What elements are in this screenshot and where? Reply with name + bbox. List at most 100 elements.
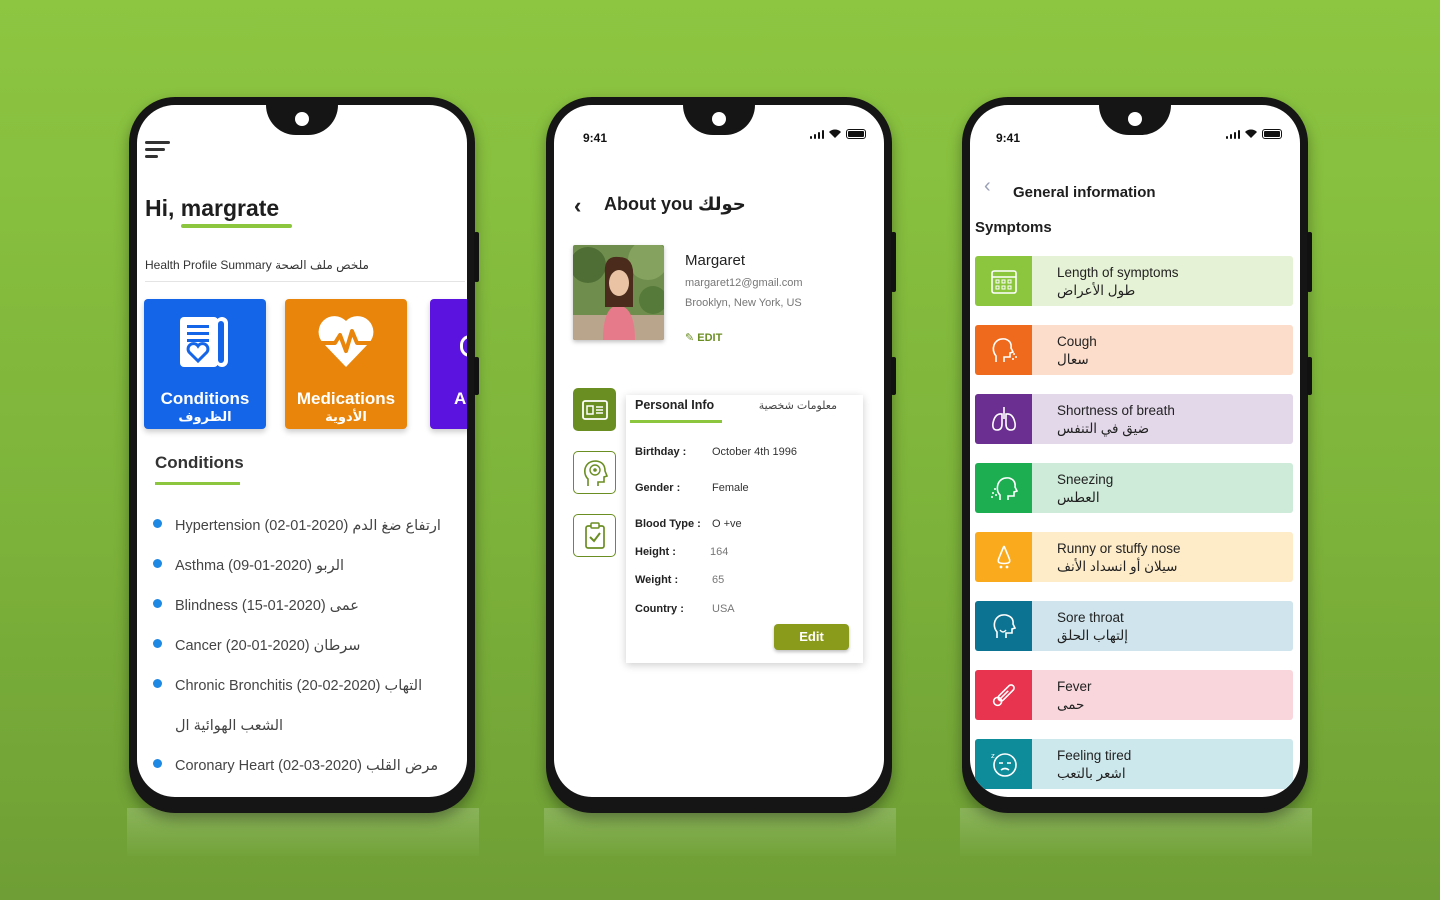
thermometer-icon [975, 670, 1032, 720]
symptom-sneezing[interactable]: Sneezing العطس [975, 463, 1293, 513]
condition-item[interactable]: Asthma (09-01-2020) الربو [153, 558, 344, 574]
signal-icon [1225, 129, 1240, 139]
symptom-label: Runny or stuffy nose [1057, 541, 1181, 556]
battery-icon [846, 129, 866, 139]
symptom-label: Shortness of breath [1057, 403, 1175, 418]
symptoms-screen: 9:41 ‹ General information Symptoms Leng… [970, 105, 1300, 797]
field-label: Country : [635, 603, 684, 615]
checklist-tab-button[interactable] [573, 514, 616, 557]
condition-item[interactable]: Hypertension (02-01-2020) ارتفاع ضغ الدم [153, 518, 441, 534]
personal-info-tab-button[interactable] [573, 388, 616, 431]
tab-personal-info-ar[interactable]: معلومات شخصية [759, 399, 837, 412]
condition-item[interactable]: Cancer (20-01-2020) سرطان [153, 638, 360, 654]
profile-name: Margaret [685, 252, 746, 269]
divider [145, 281, 465, 282]
greeting: Hi, margrate [145, 195, 280, 221]
wifi-icon [829, 129, 841, 138]
status-icons [809, 129, 866, 139]
phone-reflection [544, 808, 896, 856]
profile-location: Brooklyn, New York, US [685, 297, 802, 309]
tile-conditions[interactable]: Conditions الظروف [144, 299, 266, 429]
field-value-blood-type: O +ve [712, 518, 742, 530]
symptom-fever[interactable]: Fever حمى [975, 670, 1293, 720]
symptom-label-ar: إلتهاب الحلق [1057, 628, 1129, 643]
conditions-underline [155, 482, 240, 485]
sneeze-icon [975, 463, 1032, 513]
profile-photo [573, 245, 664, 340]
symptom-label-ar: العطس [1057, 490, 1100, 505]
id-card-icon [581, 399, 608, 420]
page-title: About you حولك [604, 194, 746, 214]
summary-heading: Health Profile Summary ملخص ملف الصحة [145, 258, 369, 272]
tile-label: A [454, 389, 467, 408]
tile-partial[interactable]: A [430, 299, 467, 429]
symptom-label: Feeling tired [1057, 748, 1132, 763]
symptom-cough[interactable]: Cough سعال [975, 325, 1293, 375]
phone-profile: 9:41 ‹ About you حولك Margaret margaret1… [546, 97, 896, 813]
symptom-label: Fever [1057, 679, 1092, 694]
lungs-icon [975, 394, 1032, 444]
condition-item-continued: الشعب الهوائية ال [175, 718, 284, 734]
condition-item[interactable]: Blindness (15-01-2020) عمى [153, 598, 359, 614]
section-heading: Symptoms [975, 219, 1052, 236]
profile-screen: 9:41 ‹ About you حولك Margaret margaret1… [554, 105, 884, 797]
condition-item[interactable]: Chronic Bronchitis (20-02-2020) التهاب [153, 678, 422, 694]
svg-text:z: z [991, 752, 995, 760]
symptom-label-ar: اشعر بالتعب [1057, 766, 1126, 781]
notch [1099, 105, 1171, 135]
field-value-height: 164 [710, 546, 729, 558]
greeting-underline [181, 224, 292, 228]
phone-reflection [127, 808, 479, 856]
back-chevron-icon[interactable]: ‹ [984, 175, 991, 198]
home-screen: Hi, margrate Health Profile Summary ملخص… [137, 105, 467, 797]
profile-email: margaret12@gmail.com [685, 277, 803, 289]
notch [683, 105, 755, 135]
status-time: 9:41 [583, 131, 608, 145]
tile-medications[interactable]: Medications الأدوية [285, 299, 407, 429]
edit-profile-link[interactable]: ✎ EDIT [685, 331, 722, 344]
calendar-icon [975, 256, 1032, 306]
tile-label: Conditions [160, 389, 250, 408]
field-label: Weight : [635, 574, 679, 586]
field-value-birthday: October 4th 1996 [712, 446, 798, 458]
status-icons [1225, 129, 1282, 139]
symptom-length[interactable]: Length of symptoms طول الأعراض [975, 256, 1293, 306]
notch [266, 105, 338, 135]
back-chevron-icon[interactable]: ‹ [574, 193, 581, 219]
phone-reflection [960, 808, 1312, 856]
document-heart-icon [144, 311, 266, 371]
symptom-label-ar: سيلان أو انسداد الأنف [1057, 559, 1178, 574]
symptom-runny-nose[interactable]: Runny or stuffy nose سيلان أو انسداد الأ… [975, 532, 1293, 582]
symptom-label: Sore throat [1057, 610, 1124, 625]
mental-health-tab-button[interactable] [573, 451, 616, 494]
symptom-label-ar: ضيق في التنفس [1057, 421, 1150, 436]
tile-label-ar: الظروف [178, 409, 232, 424]
edit-button[interactable]: Edit [774, 624, 849, 650]
field-label: Height : [635, 546, 676, 558]
hamburger-menu-icon[interactable] [145, 141, 170, 162]
tile-icon [460, 335, 467, 357]
field-value-weight: 65 [712, 574, 725, 586]
symptom-label: Length of symptoms [1057, 265, 1179, 280]
cough-icon [975, 325, 1032, 375]
status-time: 9:41 [996, 131, 1021, 145]
tab-personal-info[interactable]: Personal Info [635, 398, 714, 412]
condition-item[interactable]: Coronary Heart (02-03-2020) مرض القلب [153, 758, 438, 774]
phone-symptoms: 9:41 ‹ General information Symptoms Leng… [962, 97, 1312, 813]
symptom-shortness-of-breath[interactable]: Shortness of breath ضيق في التنفس [975, 394, 1293, 444]
clipboard-check-icon [584, 521, 605, 549]
field-label: Birthday : [635, 446, 687, 458]
tile-label-ar: الأدوية [325, 409, 367, 424]
throat-icon [975, 601, 1032, 651]
summary-label: Health Profile Summary [145, 258, 272, 272]
personal-info-card: Personal Info معلومات شخصية Birthday : O… [626, 395, 863, 663]
symptom-label-ar: سعال [1057, 352, 1089, 367]
symptom-sore-throat[interactable]: Sore throat إلتهاب الحلق [975, 601, 1293, 651]
phone-home: Hi, margrate Health Profile Summary ملخص… [129, 97, 479, 813]
edit-link-label: EDIT [697, 332, 723, 344]
active-tab-indicator [630, 420, 722, 423]
symptom-feeling-tired[interactable]: z Feeling tired اشعر بالتعب [975, 739, 1293, 789]
head-brain-icon [583, 459, 608, 486]
heartbeat-icon [285, 311, 407, 371]
signal-icon [809, 129, 824, 139]
